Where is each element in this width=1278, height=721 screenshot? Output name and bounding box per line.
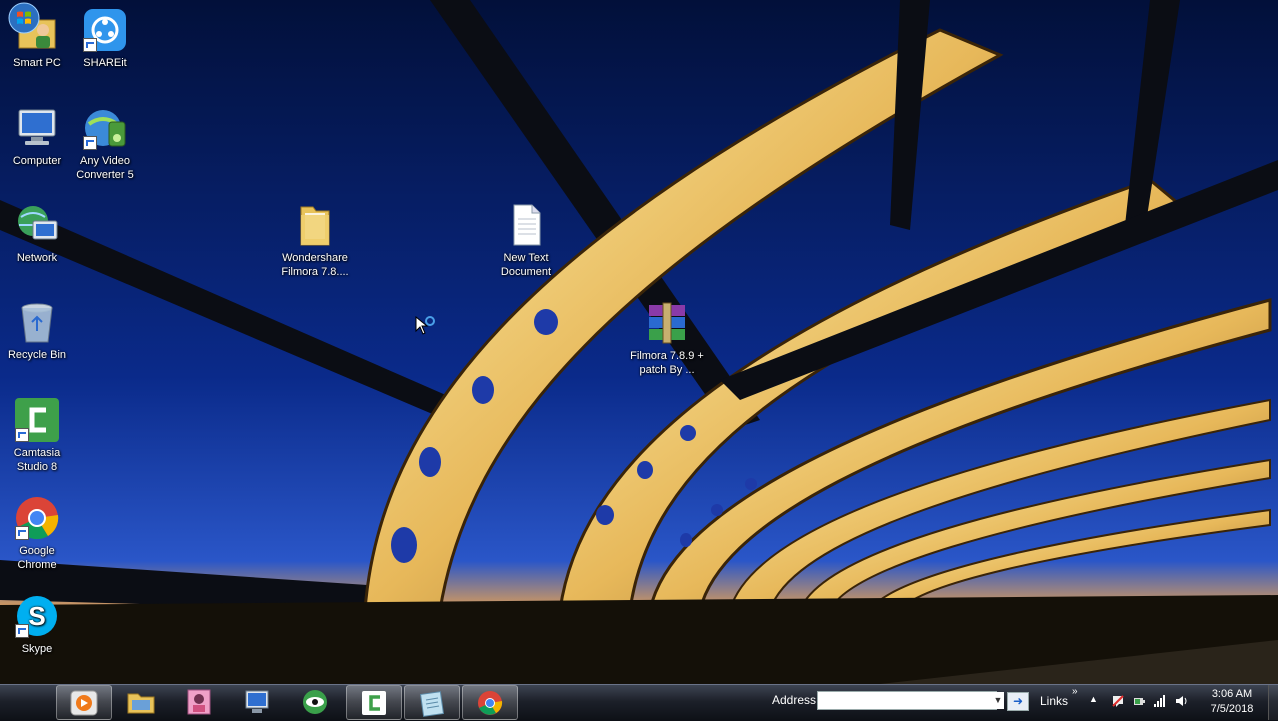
- desktop-icon-skype[interactable]: S Skype: [0, 592, 74, 656]
- tray-expand-icon[interactable]: ▲: [1089, 694, 1098, 704]
- power-icon[interactable]: [1132, 694, 1146, 708]
- arrow-right-icon: ➜: [1012, 694, 1024, 708]
- taskbar-system-app[interactable]: [230, 685, 284, 718]
- links-chevron-icon[interactable]: »: [1072, 686, 1078, 697]
- notepad-icon: [420, 691, 444, 717]
- taskbar-media-player[interactable]: [56, 685, 112, 720]
- desktop-icon-recycle-bin[interactable]: Recycle Bin: [0, 298, 74, 362]
- photo-icon: [187, 689, 211, 715]
- folder-icon: [291, 201, 339, 249]
- desktop-icon-network[interactable]: Network: [0, 201, 74, 265]
- network-signal-icon[interactable]: [1153, 694, 1167, 708]
- links-toolbar-label[interactable]: Links: [1040, 694, 1068, 708]
- taskbar-eye-app[interactable]: [288, 685, 342, 718]
- busy-cursor-icon: [415, 316, 435, 335]
- video-converter-icon: [81, 104, 129, 152]
- desktop-icon-camtasia[interactable]: Camtasia Studio 8: [0, 396, 74, 474]
- volume-icon[interactable]: [1175, 694, 1189, 708]
- shortcut-arrow-icon: [15, 428, 29, 442]
- computer-icon: [13, 104, 61, 152]
- clock-date: 7/5/2018: [1210, 703, 1254, 715]
- shortcut-arrow-icon: [83, 136, 97, 150]
- windows-orb-icon: [8, 2, 40, 34]
- desktop-icon-computer[interactable]: Computer: [0, 104, 74, 168]
- taskbar-photo-app[interactable]: [172, 685, 226, 718]
- address-toolbar-label: Address: [772, 693, 817, 707]
- chrome-icon: [13, 494, 61, 542]
- action-center-icon[interactable]: [1111, 694, 1125, 708]
- camtasia-icon: [13, 396, 61, 444]
- chrome-icon: [478, 691, 503, 715]
- chevron-down-icon[interactable]: ▼: [992, 692, 1004, 709]
- skype-icon: S: [13, 592, 61, 640]
- desktop-icon-new-text-document[interactable]: New Text Document: [489, 201, 563, 279]
- desktop-icon-shareit[interactable]: SHAREit: [68, 6, 142, 70]
- svg-text:S: S: [28, 601, 45, 631]
- desktop-icon-google-chrome[interactable]: Google Chrome: [0, 494, 74, 572]
- camtasia-icon: [362, 691, 386, 715]
- text-document-icon: [502, 201, 550, 249]
- taskbar-chrome[interactable]: [462, 685, 518, 720]
- shortcut-arrow-icon: [83, 38, 97, 52]
- desktop-icon-filmora-rar[interactable]: Filmora 7.8.9 + patch By ...: [630, 299, 704, 377]
- taskbar-notepad[interactable]: [404, 685, 460, 720]
- shareit-icon: [81, 6, 129, 54]
- taskbar-clock[interactable]: 3:06 AM 7/5/2018: [1200, 687, 1264, 717]
- desktop-icon-wondershare-folder[interactable]: Wondershare Filmora 7.8....: [278, 201, 352, 279]
- monitor-icon: [245, 690, 269, 713]
- go-button[interactable]: ➜: [1007, 692, 1029, 711]
- taskbar-explorer[interactable]: [114, 685, 168, 718]
- start-button[interactable]: [4, 1, 44, 35]
- recycle-bin-icon: [13, 298, 61, 346]
- shortcut-arrow-icon: [15, 624, 29, 638]
- show-desktop-button[interactable]: [1268, 685, 1278, 720]
- desktop-icon-any-video-converter[interactable]: Any Video Converter 5: [68, 104, 142, 182]
- clock-time: 3:06 AM: [1211, 688, 1253, 700]
- shortcut-arrow-icon: [15, 526, 29, 540]
- taskbar-camtasia[interactable]: [346, 685, 402, 720]
- network-icon: [13, 201, 61, 249]
- winrar-archive-icon: [643, 299, 691, 347]
- media-player-icon: [70, 690, 98, 716]
- address-input[interactable]: [817, 691, 997, 710]
- folder-icon: [127, 693, 155, 714]
- eye-icon: [303, 690, 327, 714]
